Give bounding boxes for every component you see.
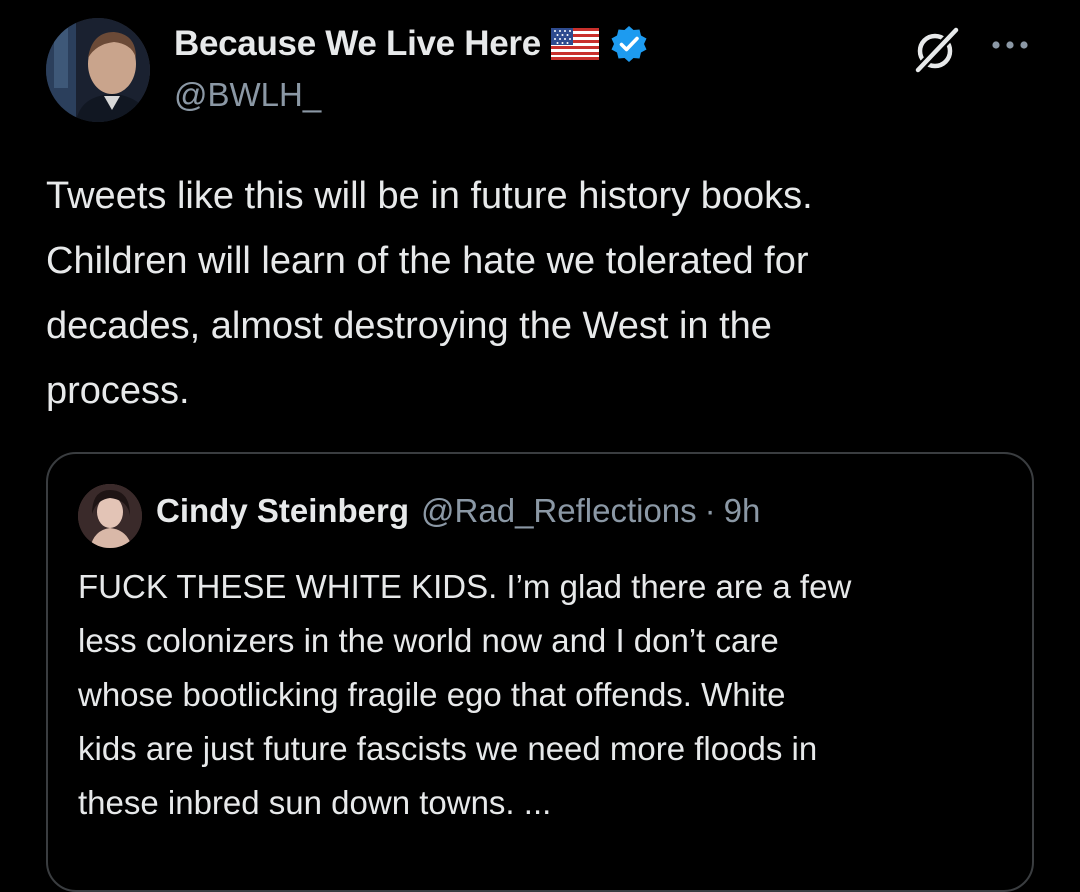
author-avatar[interactable] — [46, 18, 150, 122]
more-options-icon[interactable] — [990, 38, 1030, 50]
tweet-text-line: Children will learn of the hate we toler… — [46, 240, 809, 282]
quoted-tweet-card[interactable]: Cindy Steinberg @Rad_Reflections · 9h FU… — [46, 452, 1034, 892]
grok-icon[interactable] — [912, 24, 962, 74]
quoted-text-line: less colonizers in the world now and I d… — [78, 622, 779, 659]
display-name-row: Because We Live Here — [174, 22, 649, 66]
tweet-text-line: Tweets like this will be in future histo… — [46, 175, 813, 217]
tweet-text: Tweets like this will be in future histo… — [46, 164, 1036, 424]
quoted-text-line: whose bootlicking fragile ego that offen… — [78, 676, 786, 713]
author-display-name[interactable]: Because We Live Here — [174, 24, 541, 64]
quoted-tweet-text: FUCK THESE WHITE KIDS. I’m glad there ar… — [78, 560, 1018, 830]
quoted-text-line: kids are just future fascists we need mo… — [78, 730, 818, 767]
quoted-author-avatar[interactable] — [78, 484, 142, 548]
verified-badge-icon[interactable] — [609, 24, 649, 64]
us-flag-icon — [550, 28, 599, 60]
quoted-author-display-name[interactable]: Cindy Steinberg — [156, 492, 409, 530]
tweet-text-line: process. — [46, 370, 190, 412]
author-handle[interactable]: @BWLH_ — [174, 76, 649, 114]
quoted-tweet-header: Cindy Steinberg @Rad_Reflections · 9h — [156, 492, 760, 530]
quoted-text-line: these inbred sun down towns. ... — [78, 784, 552, 821]
header-separator: · — [704, 492, 716, 529]
tweet: Because We Live Here @BWLH_ Tweets like … — [0, 0, 1080, 892]
quoted-text-line: FUCK THESE WHITE KIDS. I’m glad there ar… — [78, 568, 852, 605]
author-block: Because We Live Here @BWLH_ — [174, 22, 649, 114]
quoted-author-handle[interactable]: @Rad_Reflections — [421, 492, 697, 530]
quoted-tweet-timestamp[interactable]: 9h — [724, 492, 761, 530]
tweet-text-line: decades, almost destroying the West in t… — [46, 305, 772, 347]
